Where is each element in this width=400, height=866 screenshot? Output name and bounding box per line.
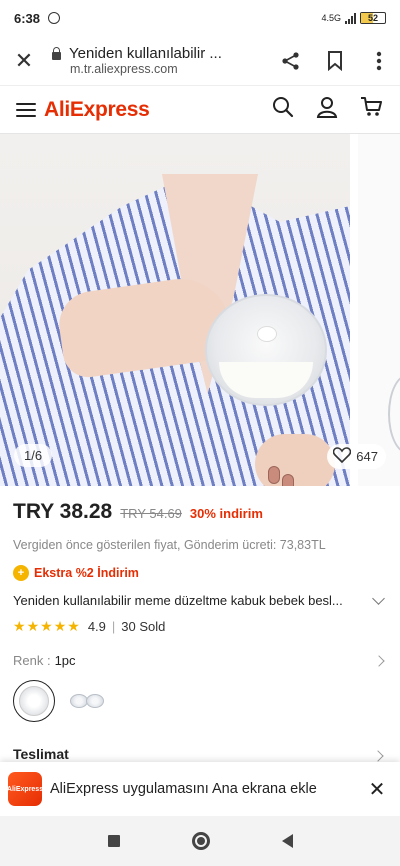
signal-icon [345, 12, 356, 24]
star-icon: ★ [26, 618, 40, 634]
status-right: 4.5G 52 [321, 12, 386, 24]
variant-option-2[interactable] [67, 680, 109, 722]
color-selector-row[interactable]: Renk : 1pc [0, 635, 400, 668]
product-title: Yeniden kullanılabilir meme düzeltme kab… [13, 593, 343, 608]
site-header: AliExpress [0, 86, 400, 134]
rating-stars: ★ ★ ★ ★ ★ [13, 618, 80, 635]
star-icon: ★ [40, 618, 53, 634]
page-url: m.tr.aliexpress.com [70, 62, 178, 76]
chevron-right-icon[interactable] [372, 750, 384, 762]
lock-icon [52, 46, 61, 60]
spec-value: 1pc [54, 653, 76, 668]
status-time: 6:38 [14, 10, 41, 26]
price-row: TRY 38.28 TRY 54.69 30% indirim [0, 486, 400, 524]
recents-icon[interactable] [107, 835, 120, 847]
page-title: Yeniden kullanılabilir ... [69, 45, 222, 62]
close-icon[interactable]: ✕ [362, 777, 392, 802]
close-tab-icon[interactable]: ✕ [10, 48, 38, 74]
account-icon[interactable] [316, 96, 338, 123]
wishlist-count: 647 [356, 449, 378, 464]
install-banner-text[interactable]: AliExpress uygulamasını Ana ekrana ekle [50, 780, 362, 799]
extra-discount[interactable]: + Ekstra %2 İndirim [0, 552, 400, 581]
alarm-icon [48, 12, 61, 24]
rating-value: 4.9 [87, 619, 106, 634]
original-price: TRY 54.69 [120, 506, 182, 521]
tax-shipping-note: Vergiden önce gösterilen fiyat, Gönderim… [13, 538, 326, 552]
chevron-right-icon[interactable] [373, 654, 385, 667]
app-icon: AliExpress [7, 772, 43, 806]
next-image-peek[interactable] [358, 134, 400, 486]
star-icon: ★ [53, 618, 67, 634]
aliexpress-logo[interactable]: AliExpress [44, 98, 150, 122]
cart-icon[interactable] [360, 96, 384, 123]
heart-icon [333, 447, 352, 466]
product-title-row[interactable]: Yeniden kullanılabilir meme düzeltme kab… [0, 581, 400, 608]
star-icon: ★ [67, 618, 80, 634]
variant-option-1pc[interactable] [13, 680, 55, 722]
discount-badge: 30% indirim [189, 506, 263, 521]
share-icon[interactable] [280, 50, 302, 72]
menu-icon[interactable] [16, 102, 36, 117]
battery-icon: 52 [360, 12, 386, 24]
chevron-down-icon[interactable] [372, 592, 385, 605]
variant-list [0, 668, 400, 722]
coin-icon: + [13, 565, 29, 581]
network-type: 4.5G [321, 13, 341, 23]
home-icon[interactable] [191, 832, 210, 850]
more-vert-icon[interactable] [368, 50, 390, 72]
spec-label: Renk : [13, 653, 51, 668]
search-icon[interactable] [272, 96, 294, 123]
back-icon[interactable] [281, 834, 293, 848]
system-nav-bar [0, 816, 400, 866]
star-icon: ★ [13, 618, 26, 634]
url-box[interactable]: Yeniden kullanılabilir ... m.tr.aliexpre… [52, 45, 272, 76]
bookmark-icon[interactable] [324, 50, 346, 72]
sold-count: 30 Sold [121, 619, 166, 634]
product-image[interactable] [0, 134, 350, 486]
rating-row[interactable]: ★ ★ ★ ★ ★ 4.9 | 30 Sold [0, 608, 400, 635]
browser-toolbar: ✕ Yeniden kullanılabilir ... m.tr.aliexp… [0, 36, 400, 86]
battery-level: 52 [367, 13, 378, 23]
product-gallery[interactable]: 1/6 647 [0, 134, 400, 486]
extra-discount-label: Ekstra %2 İndirim [34, 566, 139, 580]
wishlist-button[interactable]: 647 [327, 444, 386, 469]
current-price: TRY 38.28 [13, 500, 113, 523]
shipping-heading[interactable]: Teslimat [13, 746, 69, 762]
status-bar: 6:38 4.5G 52 [0, 0, 400, 36]
install-app-banner[interactable]: AliExpress AliExpress uygulamasını Ana e… [0, 762, 400, 816]
divider: | [111, 619, 116, 634]
image-counter: 1/6 [14, 444, 53, 467]
